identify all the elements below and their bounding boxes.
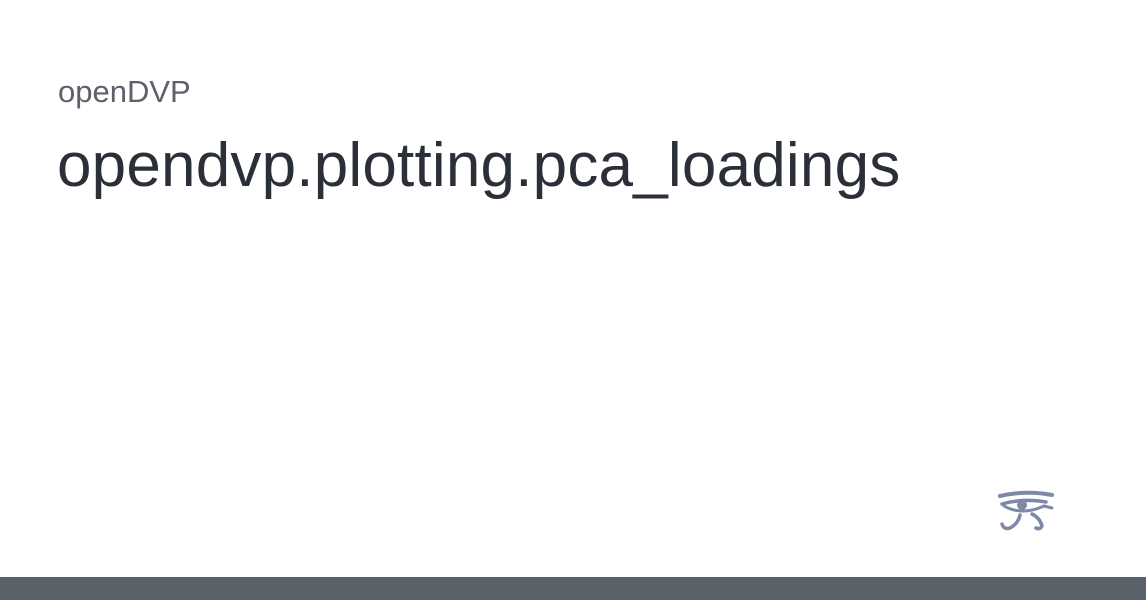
logo bbox=[996, 488, 1056, 534]
page-title: opendvp.plotting.pca_loadings bbox=[57, 131, 901, 200]
eye-of-horus-icon bbox=[998, 490, 1054, 531]
site-name: openDVP bbox=[58, 74, 191, 109]
footer-bar bbox=[0, 577, 1146, 600]
